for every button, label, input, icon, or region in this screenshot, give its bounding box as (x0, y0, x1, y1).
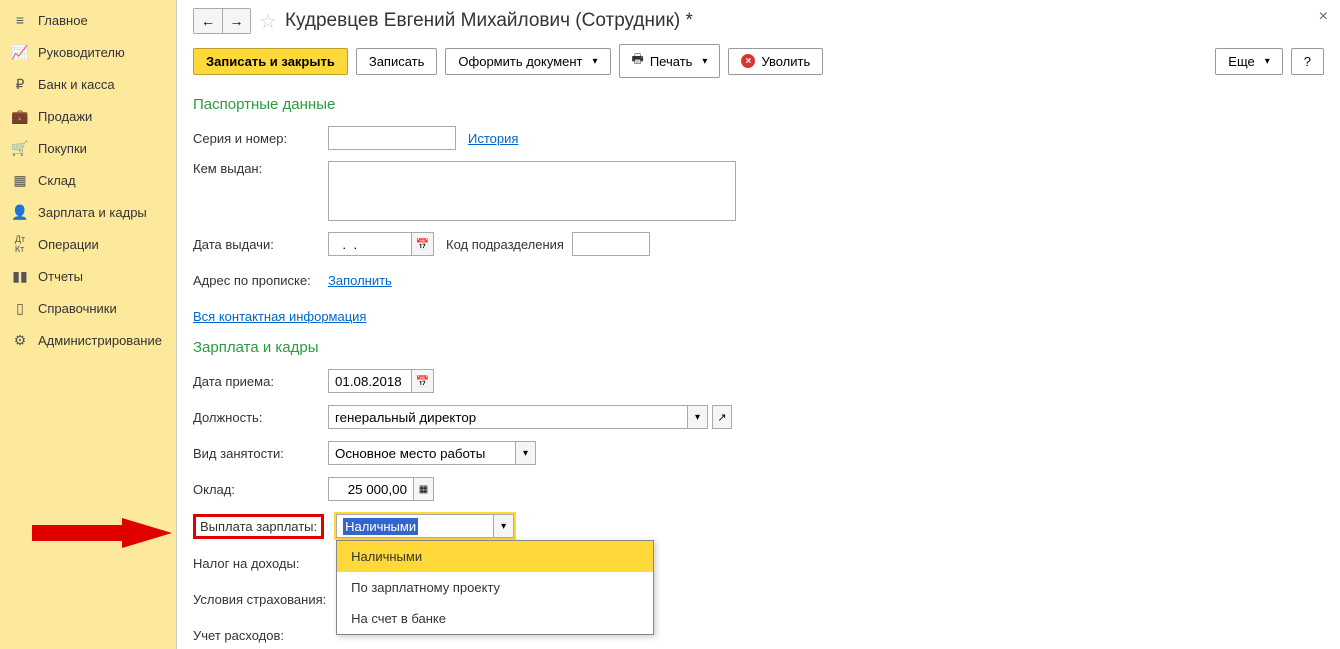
fire-button[interactable]: ×Уволить (728, 48, 823, 75)
payout-dropdown: Наличными По зарплатному проекту На счет… (336, 540, 654, 635)
sidebar-item-label: Склад (38, 173, 76, 188)
fill-link[interactable]: Заполнить (328, 273, 392, 288)
position-input[interactable] (328, 405, 688, 429)
sidebar-item-purchases[interactable]: 🛒 Покупки (0, 132, 176, 164)
sidebar-item-label: Зарплата и кадры (38, 205, 147, 220)
employment-label: Вид занятости: (193, 446, 328, 461)
sidebar-item-label: Продажи (38, 109, 92, 124)
dept-code-label: Код подразделения (446, 237, 564, 252)
sidebar-item-reports[interactable]: ▮▮ Отчеты (0, 260, 176, 292)
sidebar-item-main[interactable]: ≡ Главное (0, 4, 176, 36)
menu-icon: ≡ (12, 12, 28, 28)
save-button[interactable]: Записать (356, 48, 438, 75)
toolbar: Записать и закрыть Записать Оформить док… (193, 44, 1324, 78)
dk-icon: ДтКт (12, 236, 28, 252)
dropdown-item[interactable]: Наличными (337, 541, 653, 572)
dropdown-button[interactable]: ▾ (494, 514, 514, 538)
sidebar-item-label: Администрирование (38, 333, 162, 348)
sidebar-item-label: Операции (38, 237, 99, 252)
fire-icon: × (741, 54, 755, 68)
ruble-icon: ₽ (12, 76, 28, 92)
gear-icon: ⚙ (12, 332, 28, 348)
hire-date-label: Дата приема: (193, 374, 328, 389)
all-contacts-link[interactable]: Вся контактная информация (193, 309, 366, 324)
sidebar-item-sales[interactable]: 💼 Продажи (0, 100, 176, 132)
reg-addr-label: Адрес по прописке: (193, 273, 328, 288)
sidebar-item-operations[interactable]: ДтКт Операции (0, 228, 176, 260)
calc-button[interactable]: ▦ (414, 477, 434, 501)
chart-icon: 📈 (12, 44, 28, 60)
more-button[interactable]: Еще (1215, 48, 1282, 75)
arrow-icon (32, 518, 172, 548)
expenses-label: Учет расходов: (193, 628, 328, 643)
position-label: Должность: (193, 410, 328, 425)
favorite-star-icon[interactable]: ☆ (259, 9, 277, 34)
close-button[interactable]: × (1319, 8, 1328, 26)
employment-input[interactable] (328, 441, 516, 465)
forward-button[interactable]: → (222, 9, 250, 33)
insurance-label: Условия страхования: (193, 592, 338, 607)
salary-label: Оклад: (193, 482, 328, 497)
dropdown-button[interactable]: ▾ (688, 405, 708, 429)
calendar-button[interactable]: 📅 (412, 369, 434, 393)
bars-icon: ▮▮ (12, 268, 28, 284)
right-toolbar: Еще ? (1215, 48, 1324, 75)
print-button[interactable]: 🖶Печать (619, 44, 721, 78)
issue-date-input[interactable] (328, 232, 412, 256)
book-icon: ▯ (12, 300, 28, 316)
sidebar-item-label: Банк и касса (38, 77, 115, 92)
sidebar-item-references[interactable]: ▯ Справочники (0, 292, 176, 324)
sidebar: ≡ Главное 📈 Руководителю ₽ Банк и касса 💼 Пр… (0, 0, 177, 649)
tax-label: Налог на доходы: (193, 556, 328, 571)
history-link[interactable]: История (468, 131, 518, 146)
cart-icon: 🛒 (12, 140, 28, 156)
section-payroll: Зарплата и кадры (193, 339, 1324, 356)
create-doc-button[interactable]: Оформить документ (445, 48, 610, 75)
main-content: × ← → ☆ Кудревцев Евгений Михайлович (Со… (177, 0, 1340, 649)
hire-date-input[interactable] (328, 369, 412, 393)
section-passport: Паспортные данные (193, 96, 1324, 113)
sidebar-item-label: Отчеты (38, 269, 83, 284)
dropdown-item[interactable]: На счет в банке (337, 603, 653, 634)
sidebar-item-label: Главное (38, 13, 88, 28)
serial-input[interactable] (328, 126, 456, 150)
calendar-button[interactable]: 📅 (412, 232, 434, 256)
help-button[interactable]: ? (1291, 48, 1324, 75)
annotation-arrow (32, 518, 172, 551)
payout-input[interactable]: Наличными (336, 514, 494, 538)
payout-label-highlight: Выплата зарплаты: (193, 514, 324, 539)
nav-buttons: ← → (193, 8, 251, 34)
issued-by-input[interactable] (328, 161, 736, 221)
save-close-button[interactable]: Записать и закрыть (193, 48, 348, 75)
payout-label: Выплата зарплаты: (200, 519, 317, 534)
sidebar-item-label: Руководителю (38, 45, 125, 60)
header: ← → ☆ Кудревцев Евгений Михайлович (Сотр… (193, 8, 1324, 34)
sidebar-item-admin[interactable]: ⚙ Администрирование (0, 324, 176, 356)
page-title: Кудревцев Евгений Михайлович (Сотрудник)… (285, 10, 693, 32)
dept-code-input[interactable] (572, 232, 650, 256)
salary-input[interactable] (328, 477, 414, 501)
sidebar-item-payroll[interactable]: 👤 Зарплата и кадры (0, 196, 176, 228)
sidebar-item-label: Справочники (38, 301, 117, 316)
back-button[interactable]: ← (194, 9, 222, 33)
issue-date-label: Дата выдачи: (193, 237, 328, 252)
open-ref-button[interactable]: ↗ (712, 405, 732, 429)
person-icon: 👤 (12, 204, 28, 220)
sidebar-item-warehouse[interactable]: ▦ Склад (0, 164, 176, 196)
sidebar-item-manager[interactable]: 📈 Руководителю (0, 36, 176, 68)
dropdown-button[interactable]: ▾ (516, 441, 536, 465)
sidebar-item-bank[interactable]: ₽ Банк и касса (0, 68, 176, 100)
boxes-icon: ▦ (12, 172, 28, 188)
serial-label: Серия и номер: (193, 131, 328, 146)
dropdown-item[interactable]: По зарплатному проекту (337, 572, 653, 603)
print-icon: 🖶 (632, 50, 644, 72)
briefcase-icon: 💼 (12, 108, 28, 124)
issued-by-label: Кем выдан: (193, 161, 328, 176)
sidebar-item-label: Покупки (38, 141, 87, 156)
